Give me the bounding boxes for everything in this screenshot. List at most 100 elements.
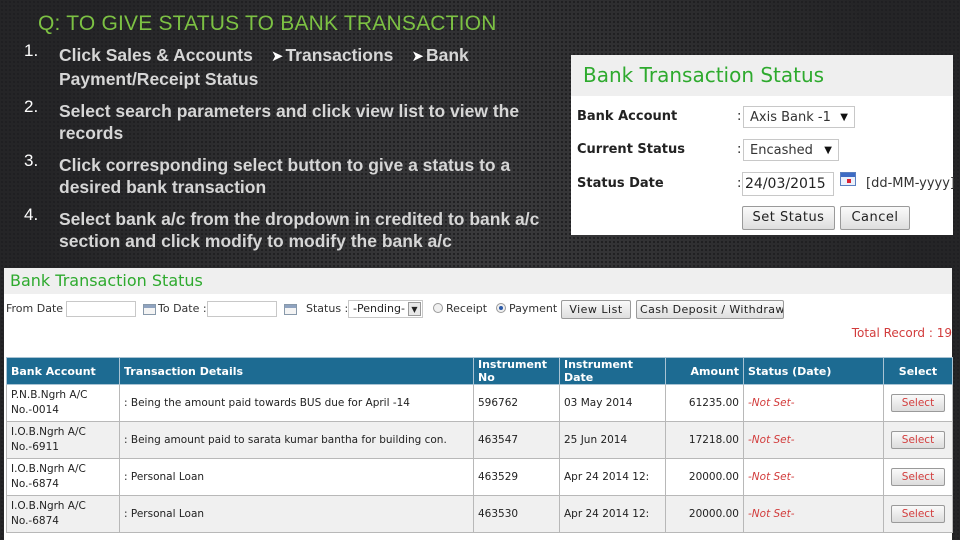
bank-account-label: Bank Account: [577, 109, 678, 124]
column-header: Select: [883, 357, 953, 385]
step-number: 2.: [24, 97, 39, 116]
column-header: Status (Date): [743, 357, 884, 385]
step-number: 4.: [24, 205, 39, 224]
chevron-down-icon: ▼: [824, 145, 832, 156]
transaction-details-cell: : Personal Loan: [119, 458, 474, 496]
table-header-row: Bank Account Transaction Details Instrum…: [6, 357, 953, 385]
cash-deposit-withdrawl-button[interactable]: Cash Deposit / Withdrawl: [636, 300, 784, 319]
current-status-select[interactable]: Encashed ▼: [743, 139, 839, 161]
to-date-label: To Date :: [158, 302, 207, 315]
column-header: Amount: [665, 357, 744, 385]
select-cell: Select: [883, 495, 953, 533]
bank-account-select[interactable]: Axis Bank -1 ▼: [743, 106, 855, 128]
bank-account-cell: I.O.B.Ngrh A/C No.-6911: [6, 421, 120, 459]
to-date-input[interactable]: [207, 301, 277, 317]
chevron-down-icon: ▼: [408, 302, 421, 316]
column-header: Instrument No: [473, 357, 560, 385]
instruction-steps: 1. Click Sales & Accounts ➤ Transactions ➤ B…: [24, 41, 569, 262]
account-name: I.O.B.Ngrh A/C: [11, 463, 86, 475]
instrument-no-cell: 463530: [473, 495, 560, 533]
arrow-icon: ➤: [411, 48, 424, 65]
step-text: Select bank a/c from the dropdown in cre…: [59, 209, 540, 251]
transaction-details-cell: : Being the amount paid towards BUS due …: [119, 384, 474, 422]
calendar-icon[interactable]: [284, 304, 297, 315]
instrument-no-cell: 463529: [473, 458, 560, 496]
slide-title: Q: TO GIVE STATUS TO BANK TRANSACTION: [38, 12, 497, 35]
set-status-button[interactable]: Set Status: [742, 206, 835, 230]
table-row: I.O.B.Ngrh A/C No.-6874 : Personal Loan 4…: [6, 495, 953, 533]
view-list-button[interactable]: View List: [561, 300, 631, 319]
receipt-radio-label[interactable]: Receipt: [446, 302, 487, 315]
status-form-title: Bank Transaction Status: [571, 55, 953, 96]
account-name: I.O.B.Ngrh A/C: [11, 500, 86, 512]
select-button[interactable]: Select: [891, 394, 945, 412]
arrow-icon: ➤: [270, 48, 284, 65]
payment-radio[interactable]: [496, 303, 506, 313]
step-3: 3. Click corresponding select button to …: [24, 151, 569, 198]
account-number: No.-6874: [11, 515, 59, 527]
status-cell: -Not Set-: [743, 384, 884, 422]
step-text: Select search parameters and click view …: [59, 101, 520, 143]
transaction-list-panel: Bank Transaction Status From Date : To D…: [4, 268, 953, 540]
column-header: Instrument Date: [559, 357, 666, 385]
step-number: 1.: [24, 41, 39, 60]
account-name: P.N.B.Ngrh A/C: [11, 389, 88, 401]
account-number: No.-6911: [11, 441, 59, 453]
payment-radio-label[interactable]: Payment: [509, 302, 557, 315]
chevron-down-icon: ▼: [840, 112, 848, 123]
instrument-no-cell: 463547: [473, 421, 560, 459]
bank-account-cell: I.O.B.Ngrh A/C No.-6874: [6, 495, 120, 533]
table-row: P.N.B.Ngrh A/C No.-0014 : Being the amoun…: [6, 384, 953, 422]
instrument-date-cell: 03 May 2014: [559, 384, 666, 422]
instrument-date-cell: Apr 24 2014 12:: [559, 495, 666, 533]
select-cell: Select: [883, 458, 953, 496]
total-record-count: Total Record : 19: [851, 326, 952, 340]
calendar-icon[interactable]: [840, 172, 856, 186]
receipt-radio[interactable]: [433, 303, 443, 313]
instrument-date-cell: Apr 24 2014 12:: [559, 458, 666, 496]
step-2: 2. Select search parameters and click vi…: [24, 97, 569, 144]
table-row: I.O.B.Ngrh A/C No.-6874 : Personal Loan 4…: [6, 458, 953, 496]
step-1: 1. Click Sales & Accounts ➤ Transactions ➤ B…: [24, 41, 569, 90]
status-form-panel: Bank Transaction Status Bank Account : A…: [571, 55, 955, 235]
instrument-no-cell: 596762: [473, 384, 560, 422]
select-button[interactable]: Select: [891, 505, 945, 523]
status-cell: -Not Set-: [743, 421, 884, 459]
select-button[interactable]: Select: [891, 468, 945, 486]
transactions-table: Bank Account Transaction Details Instrum…: [6, 357, 953, 533]
amount-cell: 20000.00: [665, 458, 744, 496]
from-date-input[interactable]: [66, 301, 136, 317]
step-text: Click Sales & Accounts: [59, 45, 253, 65]
select-cell: Select: [883, 384, 953, 422]
status-date-label: Status Date: [577, 176, 664, 191]
select-cell: Select: [883, 421, 953, 459]
bank-account-cell: P.N.B.Ngrh A/C No.-0014: [6, 384, 120, 422]
bank-account-value: Axis Bank -1: [750, 110, 831, 125]
step-text: Transactions: [285, 45, 394, 65]
table-row: I.O.B.Ngrh A/C No.-6911 : Being amount pa…: [6, 421, 953, 459]
status-cell: -Not Set-: [743, 495, 884, 533]
step-4: 4. Select bank a/c from the dropdown in …: [24, 205, 569, 252]
list-title: Bank Transaction Status: [4, 268, 952, 294]
status-date-input[interactable]: 24/03/2015: [742, 172, 834, 196]
step-number: 3.: [24, 151, 39, 170]
bank-account-cell: I.O.B.Ngrh A/C No.-6874: [6, 458, 120, 496]
transaction-details-cell: : Being amount paid to sarata kumar bant…: [119, 421, 474, 459]
status-filter-select[interactable]: -Pending- ▼: [348, 300, 423, 318]
column-header: Transaction Details: [119, 357, 474, 385]
colon: :: [737, 176, 742, 191]
status-filter-value: -Pending-: [353, 302, 405, 315]
select-button[interactable]: Select: [891, 431, 945, 449]
account-name: I.O.B.Ngrh A/C: [11, 426, 86, 438]
transaction-details-cell: : Personal Loan: [119, 495, 474, 533]
amount-cell: 17218.00: [665, 421, 744, 459]
column-header: Bank Account: [6, 357, 120, 385]
colon: :: [737, 142, 742, 157]
cancel-button[interactable]: Cancel: [840, 206, 910, 230]
amount-cell: 20000.00: [665, 495, 744, 533]
account-number: No.-0014: [11, 404, 59, 416]
calendar-icon[interactable]: [143, 304, 156, 315]
account-number: No.-6874: [11, 478, 59, 490]
from-date-label: From Date :: [6, 302, 71, 315]
status-cell: -Not Set-: [743, 458, 884, 496]
